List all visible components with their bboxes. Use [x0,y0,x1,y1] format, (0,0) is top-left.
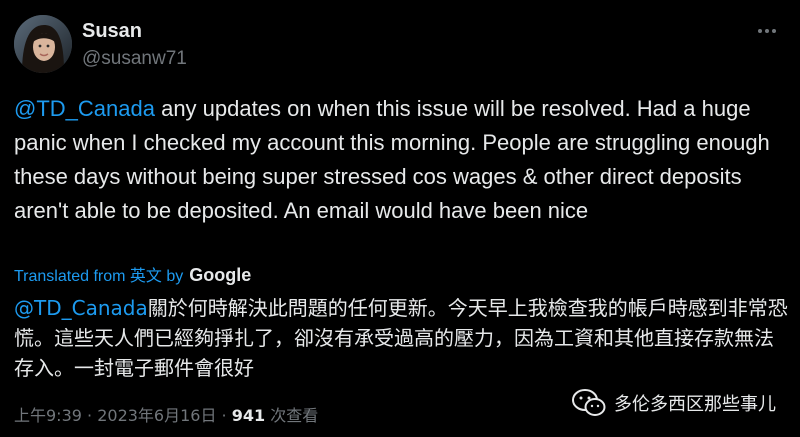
views-count: 941 [231,406,266,425]
avatar[interactable] [14,15,72,73]
tweet-meta: 上午9:39 · 2023年6月16日 · 941 次查看 [14,402,318,426]
meta-separator: · [216,406,232,425]
tweet-time[interactable]: 上午9:39 [14,406,82,425]
more-dot [765,29,769,33]
translation-text: @TD_Canada關於何時解決此問題的任何更新。今天早上我檢查我的帳戶時感到非… [14,293,789,383]
google-logo: Google [189,265,252,285]
meta-separator: · [81,406,98,425]
mention-link[interactable]: @TD_Canada [14,96,155,121]
translation-attribution[interactable]: Translated from 英文 by Google [14,262,251,286]
display-name[interactable]: Susan [82,20,142,43]
wechat-icon [572,389,606,416]
more-dot [772,29,776,33]
watermark-text: 多伦多西区那些事儿 [614,394,776,415]
more-options-icon[interactable] [754,18,780,44]
views-label: 次查看 [265,406,319,425]
translated-from-label: Translated from 英文 by [14,268,184,285]
tweet-date[interactable]: 2023年6月16日 [97,406,216,425]
tweet-card: Susan @susanw71 @TD_Canada any updates o… [0,0,800,437]
more-dot [758,29,762,33]
tweet-text: @TD_Canada any updates on when this issu… [14,92,784,228]
wechat-watermark: 多伦多西区那些事儿 [572,388,776,418]
user-handle[interactable]: @susanw71 [82,48,187,70]
translation-mention-link[interactable]: @TD_Canada [14,296,148,320]
avatar-image [14,15,72,73]
